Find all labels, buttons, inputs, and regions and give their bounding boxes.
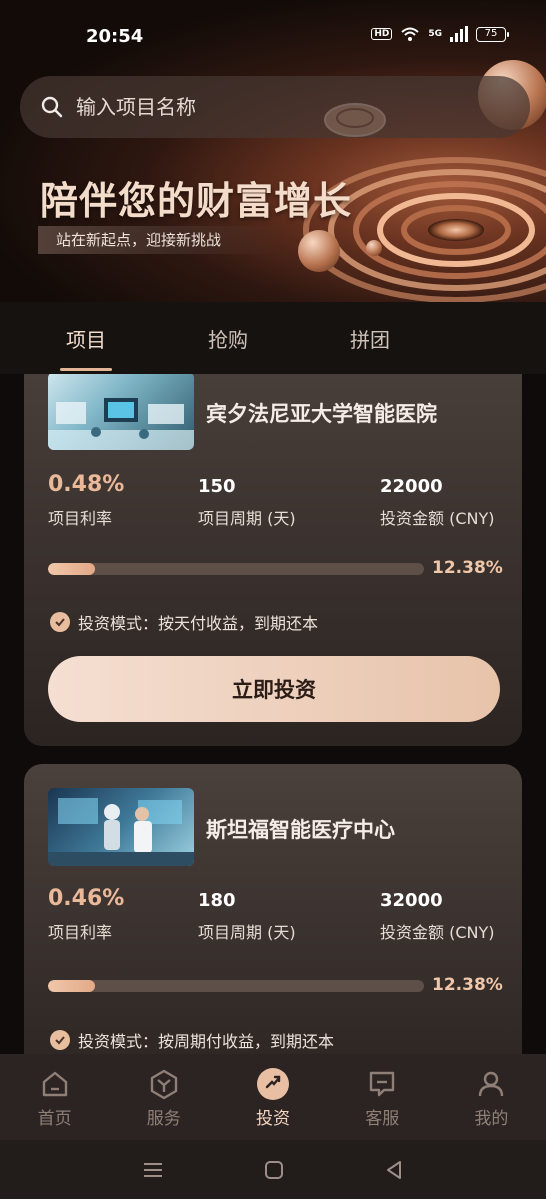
- nav-profile[interactable]: 我的: [437, 1054, 546, 1140]
- rate-label: 项目利率: [48, 923, 113, 942]
- nav-profile-label: 我的: [474, 1109, 509, 1129]
- progress-bar: [48, 563, 424, 575]
- nav-invest-label: 投资: [256, 1109, 290, 1129]
- progress-fill: [48, 980, 95, 992]
- rate-value: 0.48%: [48, 472, 125, 497]
- robot-doctor-image: [48, 798, 194, 866]
- system-navigation: [0, 1140, 546, 1199]
- signal-icon: [450, 26, 468, 42]
- period-value: 180: [198, 890, 236, 911]
- banner-subtitle: 站在新起点，迎接新挑战: [38, 226, 282, 254]
- tab-projects[interactable]: 项目: [30, 302, 172, 374]
- amount-label: 投资金额 (CNY): [380, 923, 495, 942]
- nav-service[interactable]: 服务: [109, 1054, 218, 1140]
- nav-home[interactable]: 首页: [0, 1054, 109, 1140]
- progress-fill: [48, 563, 95, 575]
- invest-now-button[interactable]: 立即投资: [48, 656, 500, 722]
- hd-badge: HD: [371, 28, 393, 40]
- period-label: 项目周期 (天): [198, 923, 296, 942]
- search-icon: [41, 96, 63, 118]
- amount-stat: 22000 投资金额 (CNY): [380, 476, 495, 529]
- check-circle-icon: [50, 1030, 70, 1050]
- progress-percent: 12.38%: [432, 558, 503, 578]
- project-title: 斯坦福智能医疗中心: [206, 818, 395, 842]
- rate-value: 0.46%: [48, 886, 125, 911]
- bottom-navigation: 首页 服务 投资 客服 我的: [0, 1054, 546, 1140]
- service-cube-icon: [150, 1069, 177, 1100]
- search-input[interactable]: [76, 95, 456, 119]
- status-icons: HD 5G 75: [371, 26, 509, 42]
- nav-support[interactable]: 客服: [328, 1054, 437, 1140]
- progress-bar: [48, 980, 424, 992]
- project-title: 宾夕法尼亚大学智能医院: [206, 402, 437, 426]
- search-bar[interactable]: [20, 76, 530, 138]
- period-value: 150: [198, 476, 236, 497]
- network-type: 5G: [428, 28, 442, 39]
- decor-sphere: [298, 230, 340, 272]
- back-triangle-icon[interactable]: [384, 1160, 404, 1180]
- rate-stat: 0.46% 项目利率: [48, 886, 124, 943]
- amount-label: 投资金额 (CNY): [380, 509, 495, 528]
- battery-indicator: 75: [476, 26, 509, 42]
- home-square-icon[interactable]: [264, 1160, 284, 1180]
- rate-label: 项目利率: [48, 509, 113, 528]
- project-card[interactable]: 宾夕法尼亚大学智能医院 0.48% 项目利率 150 项目周期 (天) 2200…: [24, 374, 522, 746]
- nav-service-label: 服务: [146, 1109, 181, 1129]
- category-tabs: 项目 抢购 拼团: [0, 302, 546, 374]
- nav-home-label: 首页: [37, 1109, 72, 1129]
- chat-icon: [370, 1071, 395, 1097]
- status-time: 20:54: [86, 26, 144, 47]
- investment-mode: 投资模式：按周期付收益，到期还本: [50, 1028, 334, 1052]
- period-stat: 150 项目周期 (天): [198, 476, 296, 529]
- tab-group-buy[interactable]: 拼团: [314, 302, 456, 374]
- period-label: 项目周期 (天): [198, 509, 296, 528]
- trend-up-icon: [257, 1068, 289, 1100]
- project-thumbnail: [48, 374, 194, 450]
- project-list[interactable]: 宾夕法尼亚大学智能医院 0.48% 项目利率 150 项目周期 (天) 2200…: [0, 374, 546, 1054]
- status-bar: 20:54 HD 5G 75: [0, 0, 546, 66]
- period-stat: 180 项目周期 (天): [198, 890, 296, 943]
- hospital-image: [48, 398, 194, 450]
- nav-invest[interactable]: 投资: [218, 1054, 327, 1140]
- nav-support-label: 客服: [365, 1109, 400, 1129]
- menu-icon[interactable]: [142, 1161, 164, 1179]
- rate-stat: 0.48% 项目利率: [48, 472, 124, 529]
- investment-mode-text: 投资模式：按周期付收益，到期还本: [78, 1032, 335, 1051]
- investment-mode: 投资模式：按天付收益，到期还本: [50, 610, 318, 634]
- tab-flash-sale[interactable]: 抢购: [172, 302, 314, 374]
- amount-stat: 32000 投资金额 (CNY): [380, 890, 495, 943]
- progress-percent: 12.38%: [432, 975, 503, 995]
- amount-value: 22000: [380, 476, 443, 497]
- home-icon: [42, 1071, 67, 1097]
- check-circle-icon: [50, 612, 70, 632]
- banner-headline: 陪伴您的财富增长: [40, 179, 353, 223]
- investment-mode-text: 投资模式：按天付收益，到期还本: [78, 614, 319, 633]
- amount-value: 32000: [380, 890, 443, 911]
- project-thumbnail: [48, 788, 194, 866]
- wifi-icon: [401, 27, 420, 41]
- decor-sphere: [366, 240, 382, 256]
- user-icon: [479, 1071, 504, 1097]
- project-card[interactable]: 斯坦福智能医疗中心 0.46% 项目利率 180 项目周期 (天) 32000 …: [24, 764, 522, 1054]
